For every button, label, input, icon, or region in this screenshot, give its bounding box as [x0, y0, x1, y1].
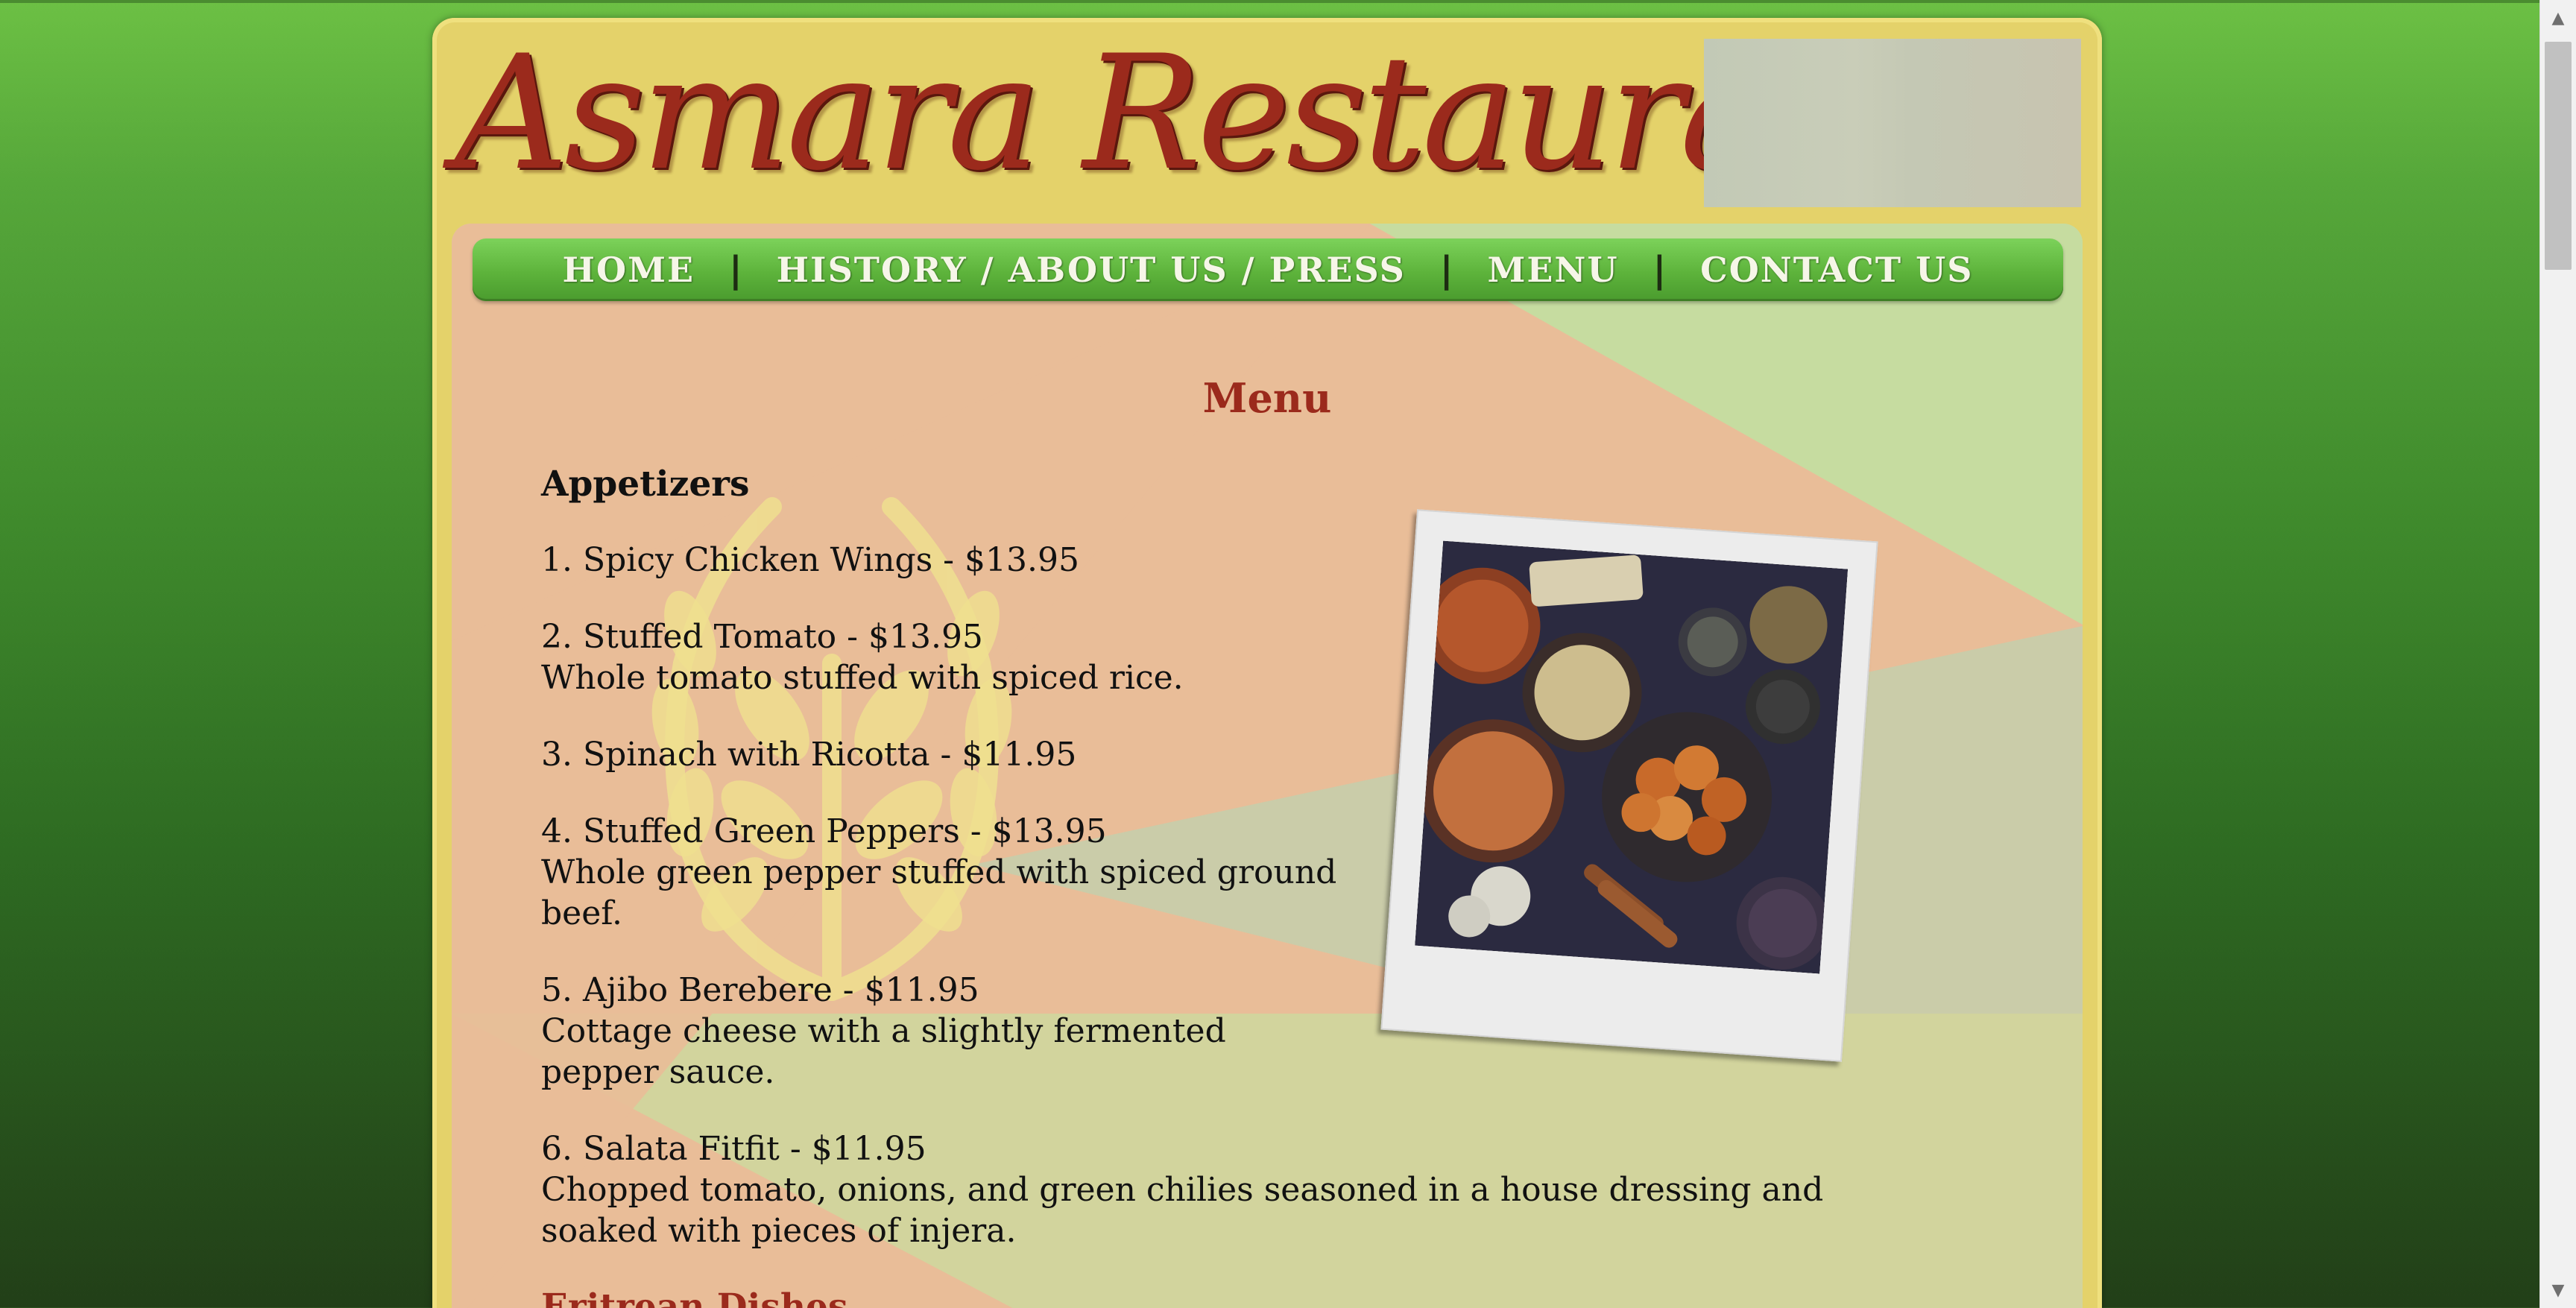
menu-item-title: 3. Spinach with Ricotta - $11.95: [541, 736, 1077, 774]
scroll-up-arrow-icon[interactable]: ▲: [2540, 0, 2576, 36]
nav-history-about-press[interactable]: HISTORY / ABOUT US / PRESS: [742, 250, 1440, 290]
menu-item: 6. Salata Fitfit - $11.95 Chopped tomato…: [541, 1128, 1935, 1251]
nav-home[interactable]: HOME: [528, 250, 730, 290]
nav-separator: |: [1652, 249, 1667, 291]
scroll-down-arrow-icon[interactable]: ▼: [2540, 1272, 2576, 1308]
site-header: Asmara Restaurant: [432, 18, 2102, 227]
spices-photo: [1380, 509, 1878, 1062]
spice-bowls-illustration: [1415, 540, 1848, 974]
menu-item-description: Whole green pepper stuffed with spiced g…: [541, 853, 1337, 932]
main-nav: HOME | HISTORY / ABOUT US / PRESS | MENU…: [473, 238, 2063, 301]
scrollbar-thumb[interactable]: [2545, 42, 2572, 270]
menu-item-description: Cottage cheese with a slightly fermented…: [541, 1012, 1226, 1091]
page-title: Menu: [1202, 374, 1332, 422]
menu-item-title: 4. Stuffed Green Peppers - $13.95: [541, 812, 1107, 850]
nav-separator: |: [1439, 249, 1453, 291]
menu-item-title: 6. Salata Fitfit - $11.95: [541, 1130, 926, 1168]
nav-separator: |: [729, 249, 742, 291]
menu-item-title: 2. Stuffed Tomato - $13.95: [541, 618, 983, 656]
menu-item-description: Chopped tomato, onions, and green chilie…: [541, 1171, 1824, 1250]
header-image: [1704, 39, 2081, 207]
menu-item: 5. Ajibo Berebere - $11.95 Cottage chees…: [541, 970, 1346, 1093]
section-heading-appetizers: Appetizers: [541, 464, 750, 505]
menu-item-title: 1. Spicy Chicken Wings - $13.95: [541, 541, 1079, 579]
section-heading-eritrean-dishes: Eritrean Dishes: [541, 1286, 848, 1308]
menu-item: 4. Stuffed Green Peppers - $13.95 Whole …: [541, 811, 1346, 934]
vertical-scrollbar[interactable]: ▲ ▼: [2539, 0, 2576, 1308]
nav-menu[interactable]: MENU: [1453, 250, 1652, 290]
window-top-edge: [0, 0, 2576, 3]
nav-contact-us[interactable]: CONTACT US: [1666, 250, 2007, 290]
spices-image: [1415, 540, 1848, 974]
page-panel: Asmara Restaurant HOME | HISTORY / ABOUT…: [432, 18, 2102, 1308]
menu-item-title: 5. Ajibo Berebere - $11.95: [541, 971, 979, 1009]
